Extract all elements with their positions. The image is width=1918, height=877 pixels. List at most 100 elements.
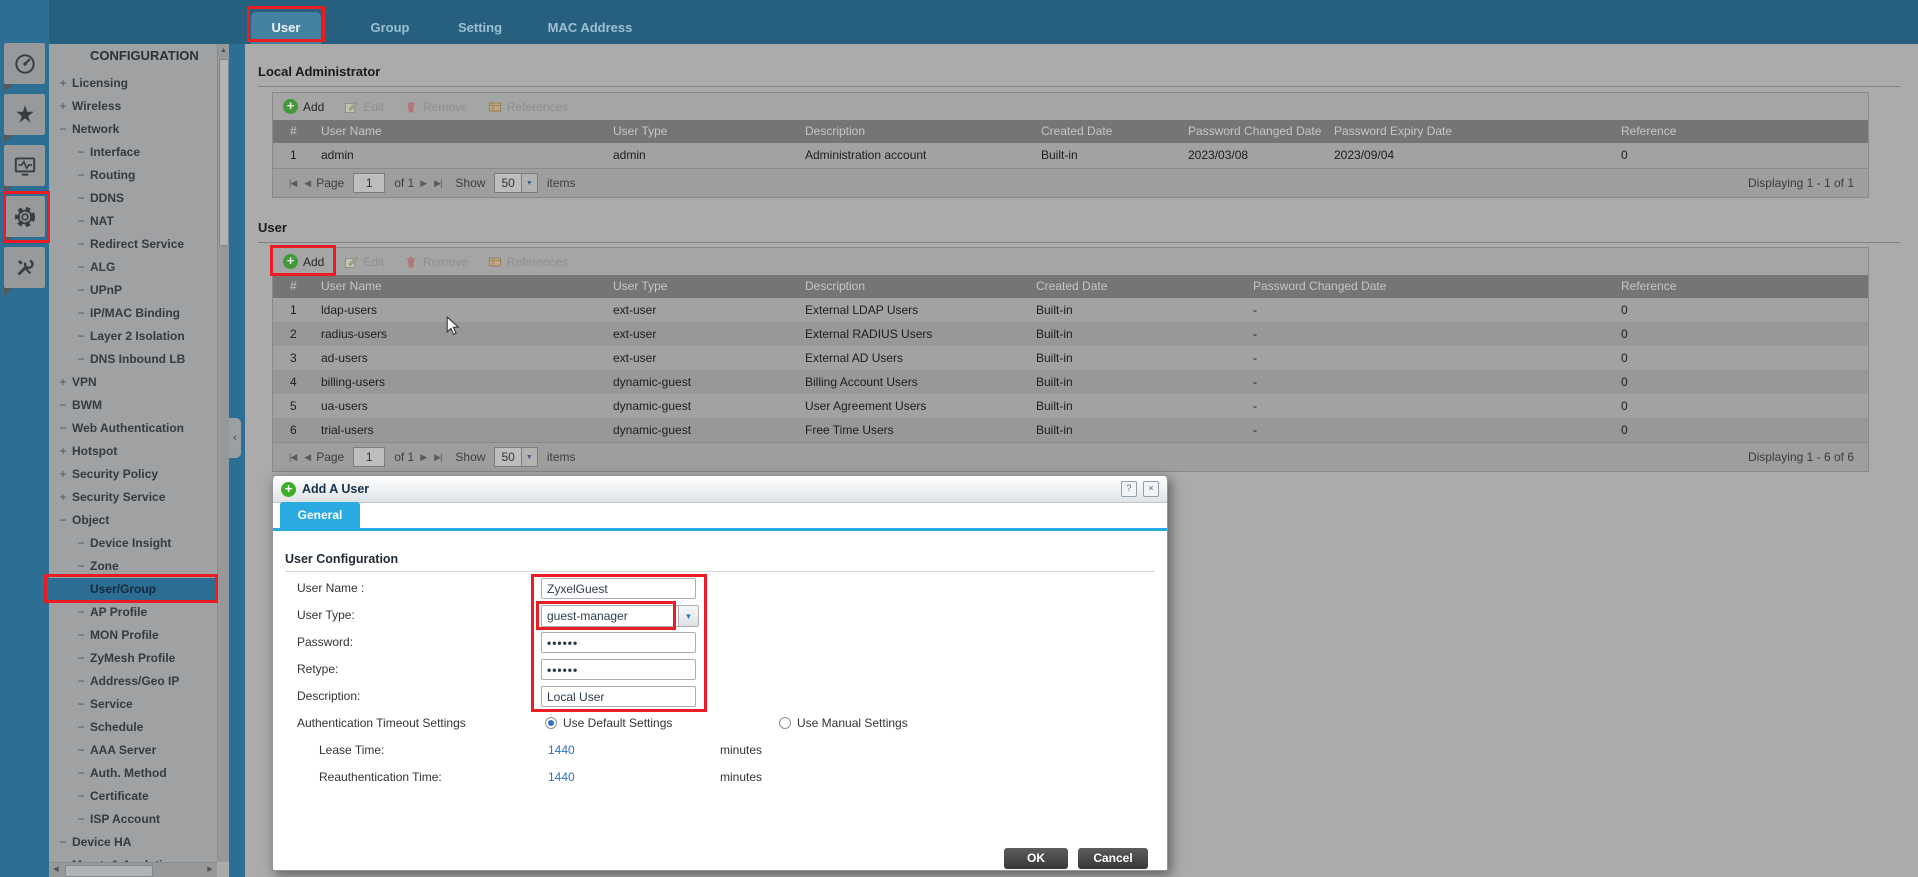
lease-time-value[interactable]: 1440: [548, 740, 575, 761]
sidebar-item-security-service[interactable]: +Security Service: [49, 486, 217, 509]
tab-group[interactable]: Group: [356, 12, 424, 44]
sidebar-item-address-geo-ip[interactable]: −Address/Geo IP: [49, 670, 217, 693]
vertical-scroll-thumb[interactable]: [219, 59, 229, 246]
sidebar-item-alg[interactable]: −ALG: [49, 256, 217, 279]
sidebar-item-web-authentication[interactable]: −Web Authentication: [49, 417, 217, 440]
tab-general[interactable]: General: [280, 502, 360, 528]
sidebar-item-isp-account[interactable]: −ISP Account: [49, 808, 217, 831]
scroll-up-icon[interactable]: ▲: [218, 44, 229, 57]
sidebar-vertical-scrollbar[interactable]: ▲: [217, 44, 229, 862]
column-description[interactable]: Description: [805, 120, 1041, 143]
tab-setting[interactable]: Setting: [444, 12, 516, 44]
column-description[interactable]: Description: [805, 275, 1036, 298]
use-manual-settings-radio[interactable]: [779, 717, 791, 729]
sidebar-item-aaa-server[interactable]: −AAA Server: [49, 739, 217, 762]
horizontal-scroll-thumb[interactable]: [65, 865, 153, 877]
password-input[interactable]: [541, 632, 696, 653]
dashboard-button[interactable]: [4, 43, 45, 84]
sidebar-horizontal-scrollbar[interactable]: ◀ ▶: [49, 862, 217, 877]
add-user-button[interactable]: +Add: [283, 254, 324, 269]
column-password-changed[interactable]: Password Changed Date: [1188, 120, 1334, 143]
column-password-expiry[interactable]: Password Expiry Date: [1334, 120, 1621, 143]
column-created-date[interactable]: Created Date: [1036, 275, 1253, 298]
sidebar-item-auth-method[interactable]: −Auth. Method: [49, 762, 217, 785]
page-size-select[interactable]: 50▼: [494, 173, 537, 193]
maintenance-button[interactable]: [4, 247, 45, 288]
sidebar-item-layer2-isolation[interactable]: −Layer 2 Isolation: [49, 325, 217, 348]
sidebar-item-network[interactable]: −Network: [49, 118, 217, 141]
sidebar-item-upnp[interactable]: −UPnP: [49, 279, 217, 302]
first-page-icon[interactable]: |◀: [289, 178, 296, 189]
table-row[interactable]: 6trial-usersdynamic-guestFree Time Users…: [273, 418, 1868, 442]
wizard-button[interactable]: [4, 94, 45, 135]
sidebar-item-routing[interactable]: −Routing: [49, 164, 217, 187]
sidebar-item-ip-mac-binding[interactable]: −IP/MAC Binding: [49, 302, 217, 325]
sidebar-item-device-insight[interactable]: −Device Insight: [49, 532, 217, 555]
retype-input[interactable]: [541, 659, 696, 680]
sidebar-item-ddns[interactable]: −DDNS: [49, 187, 217, 210]
sidebar-item-wireless[interactable]: +Wireless: [49, 95, 217, 118]
sidebar-item-zymesh-profile[interactable]: −ZyMesh Profile: [49, 647, 217, 670]
page-input[interactable]: [353, 447, 385, 467]
page-input[interactable]: [353, 173, 385, 193]
ok-button[interactable]: OK: [1004, 848, 1068, 869]
tab-mac-address[interactable]: MAC Address: [534, 12, 646, 44]
first-page-icon[interactable]: |◀: [289, 452, 296, 463]
sidebar-item-bwm[interactable]: −BWM: [49, 394, 217, 417]
sidebar-item-security-policy[interactable]: +Security Policy: [49, 463, 217, 486]
user-type-select[interactable]: guest-manager ▼: [541, 605, 699, 627]
page-size-select[interactable]: 50▼: [494, 447, 537, 467]
close-icon[interactable]: ×: [1143, 481, 1159, 497]
sidebar-item-schedule[interactable]: −Schedule: [49, 716, 217, 739]
sidebar-item-zone[interactable]: −Zone: [49, 555, 217, 578]
column-user-type[interactable]: User Type: [613, 275, 805, 298]
table-row[interactable]: 5ua-usersdynamic-guestUser Agreement Use…: [273, 394, 1868, 418]
prev-page-icon[interactable]: ◀: [304, 178, 310, 189]
user-name-input[interactable]: [541, 578, 696, 599]
table-row[interactable]: 2radius-usersext-userExternal RADIUS Use…: [273, 322, 1868, 346]
dialog-title-bar[interactable]: + Add A User ? ×: [273, 476, 1167, 503]
column-user-name[interactable]: User Name: [321, 275, 613, 298]
column-number[interactable]: #: [273, 275, 321, 298]
sidebar-item-vpn[interactable]: +VPN: [49, 371, 217, 394]
table-row[interactable]: 1 admin admin Administration account Bui…: [273, 143, 1868, 168]
description-input[interactable]: [541, 686, 696, 707]
sidebar-item-nat[interactable]: −NAT: [49, 210, 217, 233]
sidebar-item-ap-profile[interactable]: −AP Profile: [49, 601, 217, 624]
help-icon[interactable]: ?: [1121, 481, 1137, 497]
sidebar-item-redirect-service[interactable]: −Redirect Service: [49, 233, 217, 256]
sidebar-collapse-handle[interactable]: ‹: [229, 418, 241, 458]
sidebar-item-dns-inbound-lb[interactable]: −DNS Inbound LB: [49, 348, 217, 371]
column-number[interactable]: #: [273, 120, 321, 143]
column-created-date[interactable]: Created Date: [1041, 120, 1188, 143]
column-password-changed[interactable]: Password Changed Date: [1253, 275, 1621, 298]
configuration-button[interactable]: [4, 196, 45, 237]
scroll-right-icon[interactable]: ▶: [203, 863, 217, 877]
sidebar-item-user-group[interactable]: −User/Group: [49, 578, 217, 601]
column-user-name[interactable]: User Name: [321, 120, 613, 143]
next-page-icon[interactable]: ▶: [420, 178, 426, 189]
next-page-icon[interactable]: ▶: [420, 452, 426, 463]
column-reference[interactable]: Reference: [1621, 120, 1868, 143]
last-page-icon[interactable]: ▶|: [434, 452, 441, 463]
monitor-button[interactable]: [4, 145, 45, 186]
sidebar-item-object[interactable]: −Object: [49, 509, 217, 532]
sidebar-item-service[interactable]: −Service: [49, 693, 217, 716]
last-page-icon[interactable]: ▶|: [434, 178, 441, 189]
column-user-type[interactable]: User Type: [613, 120, 805, 143]
prev-page-icon[interactable]: ◀: [304, 452, 310, 463]
table-row[interactable]: 4billing-usersdynamic-guestBilling Accou…: [273, 370, 1868, 394]
tab-user[interactable]: User: [251, 12, 321, 44]
sidebar-item-device-ha[interactable]: −Device HA: [49, 831, 217, 854]
sidebar-item-licensing[interactable]: +Licensing: [49, 72, 217, 95]
sidebar-item-interface[interactable]: −Interface: [49, 141, 217, 164]
sidebar-item-certificate[interactable]: −Certificate: [49, 785, 217, 808]
scroll-left-icon[interactable]: ◀: [49, 863, 63, 877]
table-row[interactable]: 3ad-usersext-userExternal AD UsersBuilt-…: [273, 346, 1868, 370]
reauth-time-value[interactable]: 1440: [548, 767, 575, 788]
sidebar-item-mon-profile[interactable]: −MON Profile: [49, 624, 217, 647]
add-button[interactable]: +Add: [283, 99, 324, 114]
sidebar-item-hotspot[interactable]: +Hotspot: [49, 440, 217, 463]
use-default-settings-radio[interactable]: [545, 717, 557, 729]
table-row[interactable]: 1ldap-usersext-userExternal LDAP UsersBu…: [273, 298, 1868, 322]
